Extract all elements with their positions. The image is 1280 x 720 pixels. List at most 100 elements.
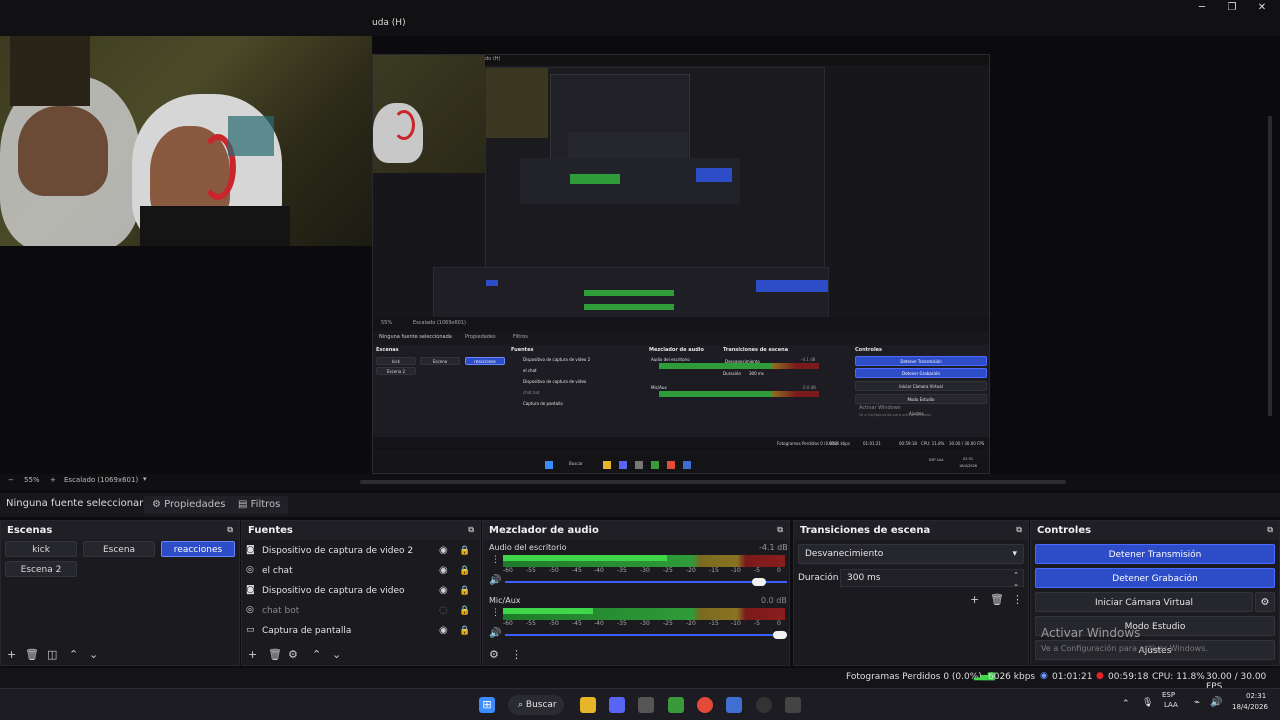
- add-icon[interactable]: +: [7, 648, 16, 661]
- scene-escena-2[interactable]: Escena 2: [5, 561, 77, 577]
- source-row[interactable]: ▭ Captura de pantalla ◉ 🔒: [246, 622, 476, 640]
- chevron-down-icon[interactable]: ⌄: [332, 648, 341, 661]
- start-virtual-camera-button[interactable]: Iniciar Cámara Virtual: [1035, 592, 1253, 612]
- source-row[interactable]: ◎ chat bot ◌ 🔒: [246, 602, 476, 620]
- source-row[interactable]: ◙ Dispositivo de captura de video ◉ 🔒: [246, 582, 476, 600]
- eye-icon[interactable]: ◉: [439, 562, 448, 580]
- eye-icon[interactable]: ◉: [439, 622, 448, 640]
- meter-tick-label: 0: [777, 620, 781, 627]
- meter-tick-label: -5: [754, 567, 760, 574]
- activation-watermark-text: Ve a Configuración para activar Windows.: [1041, 644, 1208, 653]
- chevron-up-icon[interactable]: ⌃: [312, 648, 321, 661]
- meter-tick-label: 0: [777, 567, 781, 574]
- duration-value: 300 ms: [847, 573, 881, 583]
- kebab-icon[interactable]: ⋮: [491, 555, 500, 565]
- stop-streaming-button[interactable]: Detener Transmisión: [1035, 544, 1275, 564]
- language-2[interactable]: LAA: [1164, 701, 1178, 709]
- meter-tick-label: -25: [663, 567, 673, 574]
- speaker-icon[interactable]: 🔊: [489, 575, 501, 586]
- stop-recording-button[interactable]: Detener Grabación: [1035, 568, 1275, 588]
- store-icon[interactable]: [638, 697, 654, 713]
- gear-icon[interactable]: ⚙: [288, 648, 298, 661]
- speaker-icon[interactable]: 🔊: [489, 628, 501, 639]
- trash-icon[interactable]: 🗑: [990, 593, 1004, 606]
- trash-icon[interactable]: 🗑: [25, 648, 39, 661]
- transition-select[interactable]: Desvanecimiento ▾: [798, 544, 1024, 564]
- nested-docks: Escenas kick Escena reacciones Escena 2 …: [373, 345, 989, 437]
- lock-icon[interactable]: 🔒: [459, 622, 470, 640]
- clock-date[interactable]: 18/4/2026: [1232, 703, 1268, 711]
- kebab-icon[interactable]: ⋮: [1012, 593, 1023, 606]
- scene-kick[interactable]: kick: [5, 541, 77, 557]
- filters-button[interactable]: ▤ Filtros: [230, 496, 289, 514]
- horizontal-scrollbar[interactable]: [360, 480, 1066, 484]
- meter-tick-label: -15: [709, 567, 719, 574]
- add-icon[interactable]: +: [970, 593, 979, 606]
- camera-icon: ◙: [246, 585, 255, 595]
- chevron-down-icon[interactable]: ⌄: [1013, 576, 1019, 592]
- nested-transitions-title: Transiciones de escena: [723, 347, 789, 353]
- kebab-icon[interactable]: ⋮: [511, 648, 522, 661]
- channel-desktop-db: -4.1 dB: [759, 543, 788, 552]
- chevron-up-icon[interactable]: ⌃: [1122, 699, 1130, 709]
- popout-icon[interactable]: ⧉: [1016, 525, 1022, 535]
- chrome-icon[interactable]: [697, 697, 713, 713]
- desktop-volume-knob[interactable]: [752, 578, 766, 586]
- maximize-icon[interactable]: ❐: [1222, 2, 1242, 14]
- close-icon[interactable]: ✕: [1252, 2, 1272, 14]
- duration-input[interactable]: 300 ms ⌃ ⌄: [840, 569, 1024, 588]
- lock-icon[interactable]: 🔒: [459, 602, 470, 620]
- nested-watermark1: Activar Windows: [859, 405, 901, 411]
- mic-volume-slider[interactable]: [505, 634, 787, 636]
- chevron-up-icon[interactable]: ⌃: [69, 648, 78, 661]
- eye-icon[interactable]: ◉: [439, 542, 448, 560]
- filter-icon[interactable]: ◫: [47, 648, 57, 661]
- popout-icon[interactable]: ⧉: [227, 525, 233, 535]
- preview-canvas[interactable]: do (H) 55% Escalado (1069x601) Ninguna f…: [0, 36, 1280, 474]
- zoom-in-button[interactable]: +: [50, 476, 56, 484]
- popout-icon[interactable]: ⧉: [468, 525, 474, 535]
- eye-hidden-icon[interactable]: ◌: [439, 602, 448, 620]
- mic-icon[interactable]: 🎙: [1142, 698, 1153, 708]
- file-explorer-icon[interactable]: [580, 697, 596, 713]
- discord-icon[interactable]: [609, 697, 625, 713]
- nested-zoom: 55%: [381, 320, 393, 326]
- clock-time[interactable]: 02:31: [1246, 692, 1266, 700]
- gear-icon[interactable]: ⚙: [1255, 592, 1275, 612]
- meter-tick-label: -30: [640, 620, 650, 627]
- app-icon[interactable]: [726, 697, 742, 713]
- lock-icon[interactable]: 🔒: [459, 582, 470, 600]
- chevron-down-icon[interactable]: ⌄: [89, 648, 98, 661]
- desktop-volume-slider[interactable]: [505, 581, 787, 583]
- popout-icon[interactable]: ⧉: [1267, 525, 1273, 535]
- scene-escena[interactable]: Escena: [83, 541, 155, 557]
- menu-help[interactable]: uda (H): [372, 18, 406, 28]
- add-icon[interactable]: +: [248, 648, 257, 661]
- xbox-icon[interactable]: [668, 697, 684, 713]
- kebab-icon[interactable]: ⋮: [491, 608, 500, 618]
- windows-start-icon[interactable]: ⊞: [479, 697, 495, 713]
- capcut-icon[interactable]: [785, 697, 801, 713]
- minimize-icon[interactable]: ─: [1192, 2, 1212, 14]
- language-1[interactable]: ESP: [1162, 691, 1175, 699]
- network-icon[interactable]: ⌁: [1194, 697, 1200, 708]
- source-row[interactable]: ◎ el chat ◉ 🔒: [246, 562, 476, 580]
- mic-volume-knob[interactable]: [773, 631, 787, 639]
- obs-icon[interactable]: [756, 697, 772, 713]
- scene-reacciones[interactable]: reacciones: [161, 541, 235, 557]
- chevron-down-icon[interactable]: ▾: [143, 475, 147, 483]
- lock-icon[interactable]: 🔒: [459, 542, 470, 560]
- lock-icon[interactable]: 🔒: [459, 562, 470, 580]
- zoom-out-button[interactable]: −: [8, 476, 14, 484]
- volume-icon[interactable]: 🔊: [1210, 697, 1222, 708]
- gear-icon[interactable]: ⚙: [489, 648, 499, 661]
- meter-tick-label: -25: [663, 620, 673, 627]
- source-row[interactable]: ◙ Dispositivo de captura de video 2 ◉ 🔒: [246, 542, 476, 560]
- search-box[interactable]: ⌕ Buscar: [508, 695, 564, 715]
- eye-icon[interactable]: ◉: [439, 582, 448, 600]
- popout-icon[interactable]: ⧉: [777, 525, 783, 535]
- sources-title: Fuentes: [248, 525, 293, 536]
- transitions-title: Transiciones de escena: [800, 525, 931, 536]
- trash-icon[interactable]: 🗑: [268, 648, 282, 661]
- properties-button[interactable]: ⚙ Propiedades: [144, 496, 234, 514]
